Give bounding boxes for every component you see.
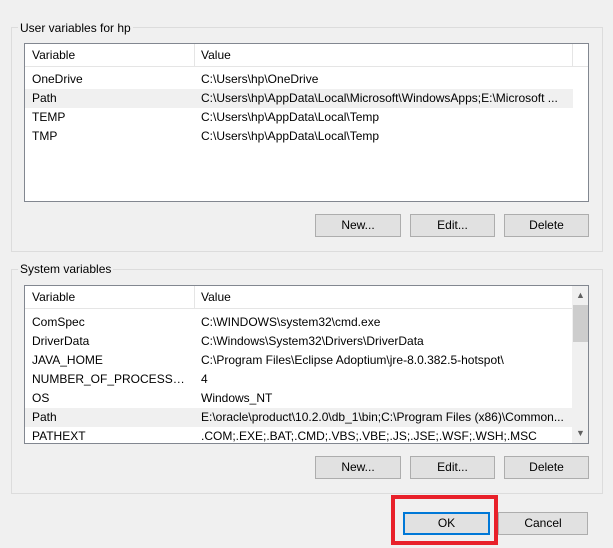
column-header-value[interactable]: Value bbox=[195, 286, 572, 308]
vertical-scrollbar[interactable]: ▲ ▼ bbox=[572, 286, 588, 443]
variable-name: DriverData bbox=[32, 334, 90, 348]
variable-value: 4 bbox=[201, 372, 208, 386]
variable-name: NUMBER_OF_PROCESSORS bbox=[32, 372, 192, 386]
variable-value: .COM;.EXE;.BAT;.CMD;.VBS;.VBE;.JS;.JSE;.… bbox=[201, 429, 537, 443]
column-header-variable[interactable]: Variable bbox=[26, 286, 193, 308]
variable-name: ComSpec bbox=[32, 315, 85, 329]
variable-value: Windows_NT bbox=[201, 391, 273, 405]
user-new-button[interactable]: New... bbox=[315, 214, 401, 237]
variable-value: C:\Users\hp\AppData\Local\Temp bbox=[201, 129, 380, 143]
scroll-down-arrow-icon[interactable]: ▼ bbox=[572, 425, 588, 442]
variable-value: C:\Users\hp\AppData\Local\Microsoft\Wind… bbox=[201, 91, 558, 105]
variable-value: C:\Windows\System32\Drivers\DriverData bbox=[201, 334, 424, 348]
system-variable-row[interactable]: JAVA_HOME C:\Program Files\Eclipse Adopt… bbox=[25, 351, 572, 370]
user-variable-row[interactable]: OneDrive C:\Users\hp\OneDrive bbox=[25, 70, 573, 89]
system-variable-row[interactable]: ComSpec C:\WINDOWS\system32\cmd.exe bbox=[25, 313, 572, 332]
variable-value: C:\Program Files\Eclipse Adoptium\jre-8.… bbox=[201, 353, 504, 367]
system-variable-row[interactable]: PATHEXT .COM;.EXE;.BAT;.CMD;.VBS;.VBE;.J… bbox=[25, 427, 572, 443]
system-edit-button[interactable]: Edit... bbox=[410, 456, 495, 479]
variable-name: OS bbox=[32, 391, 50, 405]
column-separator[interactable] bbox=[572, 44, 573, 66]
variable-name: OneDrive bbox=[32, 72, 83, 86]
column-header-variable[interactable]: Variable bbox=[26, 44, 193, 66]
system-variable-row[interactable]: OS Windows_NT bbox=[25, 389, 572, 408]
variable-name: Path bbox=[32, 91, 57, 105]
scrollbar-thumb[interactable] bbox=[573, 305, 588, 342]
user-variables-label: User variables for hp bbox=[18, 21, 133, 35]
variable-name: JAVA_HOME bbox=[32, 353, 103, 367]
user-variables-list[interactable]: Variable Value OneDrive C:\Users\hp\OneD… bbox=[24, 43, 589, 202]
variable-name: TMP bbox=[32, 129, 58, 143]
variable-name: PATHEXT bbox=[32, 429, 86, 443]
system-delete-button[interactable]: Delete bbox=[504, 456, 589, 479]
user-variable-row[interactable]: TEMP C:\Users\hp\AppData\Local\Temp bbox=[25, 108, 573, 127]
variable-value: C:\Users\hp\AppData\Local\Temp bbox=[201, 110, 380, 124]
variable-value: C:\Users\hp\OneDrive bbox=[201, 72, 319, 86]
system-list-header: Variable Value bbox=[25, 286, 588, 309]
cancel-button[interactable]: Cancel bbox=[498, 512, 588, 535]
variable-name: TEMP bbox=[32, 110, 66, 124]
system-variable-row[interactable]: Path E:\oracle\product\10.2.0\db_1\bin;C… bbox=[25, 408, 572, 427]
user-delete-button[interactable]: Delete bbox=[504, 214, 589, 237]
system-variables-list[interactable]: Variable Value ComSpec C:\WINDOWS\system… bbox=[24, 285, 589, 444]
variable-value: C:\WINDOWS\system32\cmd.exe bbox=[201, 315, 381, 329]
column-header-value[interactable]: Value bbox=[195, 44, 572, 66]
system-new-button[interactable]: New... bbox=[315, 456, 401, 479]
user-list-header: Variable Value bbox=[25, 44, 588, 67]
variable-name: Path bbox=[32, 410, 57, 424]
system-variables-label: System variables bbox=[18, 262, 114, 276]
user-edit-button[interactable]: Edit... bbox=[410, 214, 495, 237]
system-variable-row[interactable]: DriverData C:\Windows\System32\Drivers\D… bbox=[25, 332, 572, 351]
user-variable-row[interactable]: TMP C:\Users\hp\AppData\Local\Temp bbox=[25, 127, 573, 146]
system-variable-row[interactable]: NUMBER_OF_PROCESSORS 4 bbox=[25, 370, 572, 389]
variable-value: E:\oracle\product\10.2.0\db_1\bin;C:\Pro… bbox=[201, 410, 564, 424]
user-variable-row[interactable]: Path C:\Users\hp\AppData\Local\Microsoft… bbox=[25, 89, 573, 108]
scroll-up-arrow-icon[interactable]: ▲ bbox=[572, 287, 588, 304]
ok-highlight-box bbox=[391, 495, 498, 545]
